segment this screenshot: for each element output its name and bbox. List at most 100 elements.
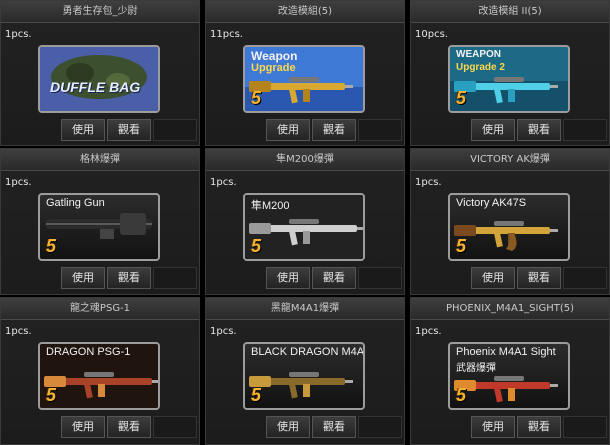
use-button[interactable]: 使用: [61, 416, 105, 438]
item-thumb-label-2: Upgrade 2: [456, 62, 505, 73]
inventory-item: VICTORY AK爆彈 1pcs. Victory AK47S 5 使用 觀看: [410, 148, 610, 295]
gun-grip: [494, 232, 503, 248]
item-thumb-label-2: 武器爆彈: [456, 363, 496, 374]
gun-scope: [84, 372, 114, 377]
gun-magazine: [508, 388, 515, 401]
item-action-bar: 使用 觀看: [471, 267, 607, 289]
item-quantity: 10pcs.: [415, 29, 448, 40]
gun-scope: [289, 77, 319, 82]
view-button[interactable]: 觀看: [107, 267, 151, 289]
item-action-bar: 使用 觀看: [61, 119, 197, 141]
gun-muzzle: [152, 380, 158, 383]
use-button[interactable]: 使用: [471, 119, 515, 141]
item-quantity: 1pcs.: [5, 177, 32, 188]
view-button[interactable]: 觀看: [517, 119, 561, 141]
inventory-item: 改造模組 II(5) 10pcs. WEAPON Upgrade 2 5 使用 …: [410, 0, 610, 146]
gun-magazine: [303, 384, 310, 397]
use-button[interactable]: 使用: [266, 119, 310, 141]
gun-stock: [249, 223, 271, 234]
item-thumbnail[interactable]: DUFFLE BAG: [38, 45, 160, 113]
item-quantity: 1pcs.: [210, 177, 237, 188]
use-button[interactable]: 使用: [471, 416, 515, 438]
item-thumb-label-2: Upgrade: [251, 62, 296, 74]
item-thumb-label: DRAGON PSG-1: [46, 346, 131, 358]
item-title: 勇者生存包_少尉: [1, 1, 199, 23]
item-thumbnail[interactable]: Victory AK47S 5: [448, 193, 570, 261]
gun-magazine: [98, 384, 105, 397]
use-button[interactable]: 使用: [266, 267, 310, 289]
use-button[interactable]: 使用: [61, 119, 105, 141]
view-button[interactable]: 觀看: [312, 267, 356, 289]
gatling-grip: [100, 229, 114, 239]
gun-muzzle: [357, 227, 363, 230]
item-action-bar: 使用 觀看: [471, 416, 607, 438]
view-button[interactable]: 觀看: [107, 416, 151, 438]
gatling-housing: [120, 213, 146, 235]
item-action-bar: 使用 觀看: [471, 119, 607, 141]
item-quantity: 1pcs.: [5, 326, 32, 337]
item-thumbnail[interactable]: 隼M200 5: [243, 193, 365, 261]
gun-muzzle: [550, 229, 558, 232]
empty-slot-button: [153, 267, 197, 289]
use-button[interactable]: 使用: [61, 267, 105, 289]
view-button[interactable]: 觀看: [312, 119, 356, 141]
gun-grip: [494, 387, 503, 403]
use-button[interactable]: 使用: [471, 267, 515, 289]
item-quantity: 1pcs.: [5, 29, 32, 40]
item-quantity: 11pcs.: [210, 29, 243, 40]
inventory-item: 格林爆彈 1pcs. Gatling Gun 5 使用 觀看: [0, 148, 200, 295]
item-action-bar: 使用 觀看: [266, 267, 402, 289]
item-title: 隼M200爆彈: [206, 149, 404, 171]
gun-scope: [289, 372, 319, 377]
item-action-bar: 使用 觀看: [266, 416, 402, 438]
view-button[interactable]: 觀看: [312, 416, 356, 438]
item-grade: 5: [456, 236, 467, 256]
item-thumbnail[interactable]: Phoenix M4A1 Sight 武器爆彈 5: [448, 342, 570, 410]
item-grade: 5: [46, 236, 57, 256]
view-button[interactable]: 觀看: [517, 267, 561, 289]
empty-slot-button: [358, 119, 402, 141]
inventory-item: 隼M200爆彈 1pcs. 隼M200 5 使用 觀看: [205, 148, 405, 295]
inventory-item: PHOENIX_M4A1_SIGHT(5) 1pcs. Phoenix M4A1…: [410, 297, 610, 445]
item-thumb-label: Gatling Gun: [46, 197, 105, 209]
empty-slot-button: [563, 119, 607, 141]
item-action-bar: 使用 觀看: [61, 267, 197, 289]
item-title: VICTORY AK爆彈: [411, 149, 609, 171]
item-grade: 5: [251, 385, 262, 405]
item-title: PHOENIX_M4A1_SIGHT(5): [411, 298, 609, 320]
gun-scope: [494, 77, 524, 82]
gun-scope: [494, 221, 524, 226]
gun-scope: [289, 219, 319, 224]
item-thumbnail[interactable]: DRAGON PSG-1 5: [38, 342, 160, 410]
item-thumbnail[interactable]: Gatling Gun 5: [38, 193, 160, 261]
item-thumb-label: BLACK DRAGON M4A1: [251, 346, 365, 358]
inventory-item: 改造模組(5) 11pcs. Weapon Upgrade 5 使用 觀看: [205, 0, 405, 146]
empty-slot-button: [358, 416, 402, 438]
item-title: 格林爆彈: [1, 149, 199, 171]
gun-muzzle: [345, 85, 353, 88]
empty-slot-button: [563, 267, 607, 289]
gun-stock: [454, 225, 476, 236]
item-title: 龍之魂PSG-1: [1, 298, 199, 320]
gun-muzzle: [550, 85, 558, 88]
item-thumbnail[interactable]: WEAPON Upgrade 2 5: [448, 45, 570, 113]
ak-magazine-curve: [506, 233, 517, 251]
view-button[interactable]: 觀看: [517, 416, 561, 438]
inventory-grid: 勇者生存包_少尉 1pcs. DUFFLE BAG 使用 觀看 改造模組(5) …: [0, 0, 610, 445]
use-button[interactable]: 使用: [266, 416, 310, 438]
item-action-bar: 使用 觀看: [266, 119, 402, 141]
inventory-item: 龍之魂PSG-1 1pcs. DRAGON PSG-1 5 使用 觀看: [0, 297, 200, 445]
item-title: 黑龍M4A1爆彈: [206, 298, 404, 320]
empty-slot-button: [153, 119, 197, 141]
item-thumb-label: Weapon: [251, 49, 298, 63]
item-quantity: 1pcs.: [415, 177, 442, 188]
view-button[interactable]: 觀看: [107, 119, 151, 141]
empty-slot-button: [153, 416, 197, 438]
item-thumbnail[interactable]: BLACK DRAGON M4A1 5: [243, 342, 365, 410]
item-title: 改造模組(5): [206, 1, 404, 23]
gun-muzzle: [550, 384, 558, 387]
gun-magazine: [303, 231, 310, 244]
item-grade: 5: [456, 88, 467, 108]
item-quantity: 1pcs.: [415, 326, 442, 337]
item-thumbnail[interactable]: Weapon Upgrade 5: [243, 45, 365, 113]
